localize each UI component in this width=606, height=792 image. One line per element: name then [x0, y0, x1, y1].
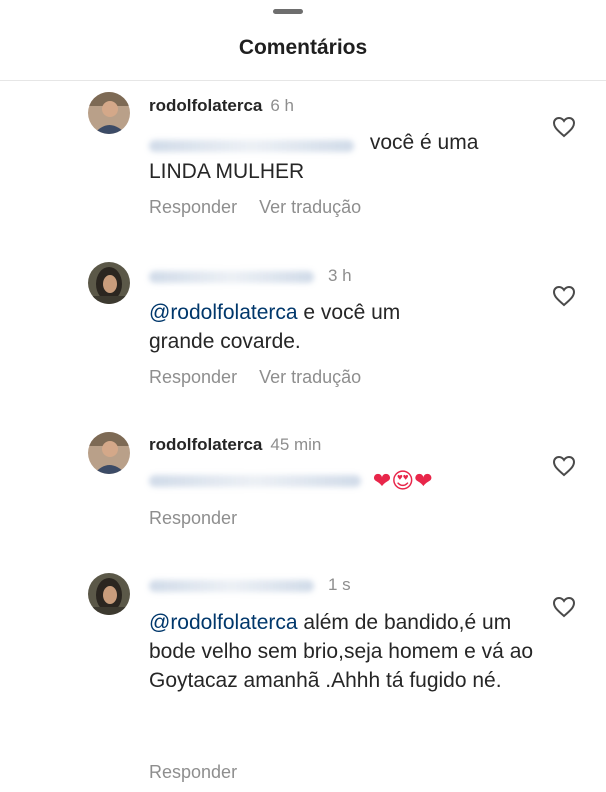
comment-header: 3 h	[149, 266, 352, 286]
redacted-username	[149, 579, 314, 592]
reply-button[interactable]: Responder	[149, 367, 237, 387]
comment-actions: Responder Ver tradução	[149, 367, 383, 388]
reply-button[interactable]: Responder	[149, 197, 237, 217]
username[interactable]: rodolfolaterca	[149, 435, 262, 454]
comments-sheet: Comentários rodolfolaterca 6 h você é uma…	[0, 0, 606, 792]
comment-text: ❤😍❤	[149, 466, 529, 496]
comment-text-part: você é uma	[369, 131, 479, 154]
comment-header: rodolfolaterca 45 min	[149, 435, 321, 455]
mention-link[interactable]: @rodolfolaterca	[149, 301, 298, 324]
see-translation-button[interactable]: Ver tradução	[259, 197, 361, 217]
timestamp: 3 h	[328, 266, 352, 285]
timestamp: 6 h	[270, 96, 294, 115]
comment-text: @rodolfolaterca além de bandido,é um bod…	[149, 608, 534, 695]
comment-actions: Responder	[149, 508, 259, 529]
heart-icon[interactable]	[552, 596, 576, 618]
username[interactable]: rodolfolaterca	[149, 96, 262, 115]
avatar[interactable]	[88, 573, 130, 615]
heart-icon[interactable]	[552, 116, 576, 138]
mention-link[interactable]: @rodolfolaterca	[149, 611, 298, 634]
comment-header: rodolfolaterca 6 h	[149, 96, 294, 116]
comment-text-part: LINDA MULHER	[149, 160, 305, 183]
reply-button[interactable]: Responder	[149, 762, 237, 782]
redacted-text	[149, 140, 354, 153]
comment-actions: Responder	[149, 762, 259, 783]
emoji-reaction: ❤😍❤	[372, 468, 433, 494]
page-title: Comentários	[238, 36, 368, 59]
comment-text: @rodolfolaterca e você um grande covarde…	[149, 298, 459, 356]
comment-text: você é uma LINDA MULHER	[149, 128, 529, 186]
comment-header: 1 s	[149, 575, 351, 595]
redacted-username	[149, 270, 314, 283]
comment-actions: Responder Ver tradução	[149, 197, 383, 218]
avatar[interactable]	[88, 92, 130, 134]
redacted-mention	[149, 475, 361, 488]
reply-button[interactable]: Responder	[149, 508, 237, 528]
timestamp: 1 s	[328, 575, 351, 594]
timestamp: 45 min	[270, 435, 322, 454]
heart-icon[interactable]	[552, 455, 576, 477]
sheet-drag-handle[interactable]	[273, 9, 303, 14]
see-translation-button[interactable]: Ver tradução	[259, 367, 361, 387]
header-divider	[0, 80, 606, 81]
avatar[interactable]	[88, 262, 130, 304]
avatar[interactable]	[88, 432, 130, 474]
heart-icon[interactable]	[552, 285, 576, 307]
